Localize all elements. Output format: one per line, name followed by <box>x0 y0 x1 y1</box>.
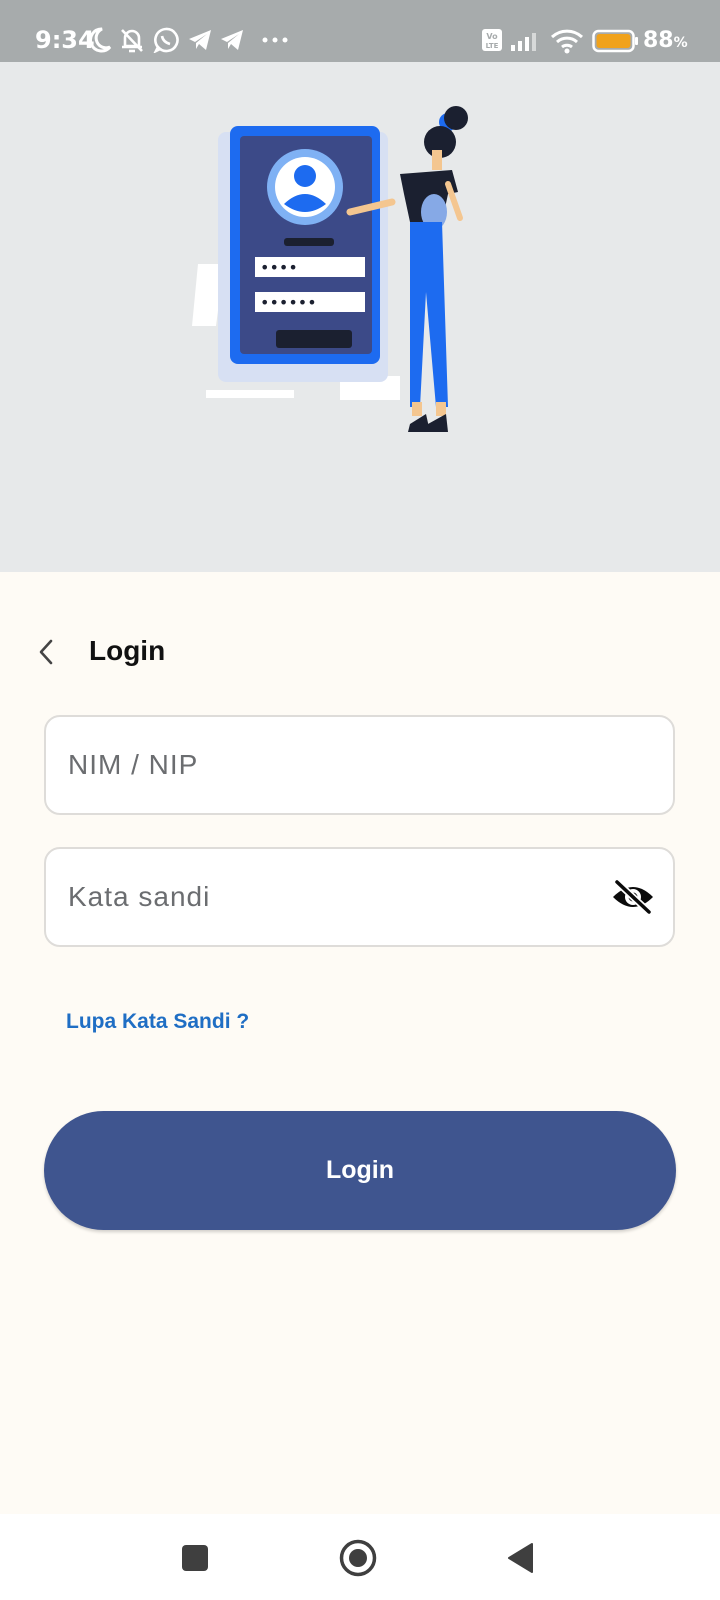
hero-banner: •••• •••••• <box>0 62 720 572</box>
bell-off-icon <box>121 29 143 53</box>
login-screen: 9:34 Vo LTE 88% •••• •••••• Login NIM / … <box>0 0 720 1600</box>
recents-button[interactable] <box>171 1534 219 1582</box>
password-field[interactable] <box>44 847 675 947</box>
header-row: Login <box>0 622 720 684</box>
home-button[interactable] <box>334 1534 382 1582</box>
system-navigation-bar <box>0 1514 720 1600</box>
circle-home-icon <box>339 1539 377 1577</box>
chevron-left-icon <box>39 639 53 665</box>
password-input[interactable] <box>68 849 628 945</box>
volte-icon: Vo LTE <box>482 29 502 51</box>
more-dots-icon <box>262 37 288 43</box>
square-icon <box>182 1545 208 1571</box>
nav-back-button[interactable] <box>497 1534 545 1582</box>
back-button[interactable] <box>26 632 66 672</box>
status-bar: 9:34 Vo LTE 88% <box>0 0 720 62</box>
whatsapp-icon <box>153 27 179 53</box>
svg-text:Vo: Vo <box>486 32 498 41</box>
svg-text:LTE: LTE <box>486 42 499 50</box>
login-button[interactable]: Login <box>44 1111 676 1230</box>
eye-off-icon[interactable] <box>611 879 655 915</box>
wifi-icon <box>550 29 584 54</box>
telegram-icon <box>221 30 243 50</box>
illustration-password-mask-1: •••• <box>260 258 298 277</box>
forgot-password-link[interactable]: Lupa Kata Sandi ? <box>66 1010 249 1034</box>
person-login-screen-illustration: •••• •••••• <box>192 106 468 432</box>
battery-icon <box>592 29 638 53</box>
page-title: Login <box>89 635 166 666</box>
nim-field[interactable] <box>44 715 675 815</box>
signal-icon <box>511 33 536 51</box>
status-time: 9:34 <box>35 26 95 54</box>
illustration-password-mask-2: •••••• <box>260 293 317 312</box>
triangle-back-icon <box>508 1543 533 1573</box>
moon-icon <box>89 27 112 53</box>
telegram-icon <box>189 30 211 50</box>
battery-percent: 88% <box>643 28 688 53</box>
nim-input[interactable] <box>68 717 628 813</box>
